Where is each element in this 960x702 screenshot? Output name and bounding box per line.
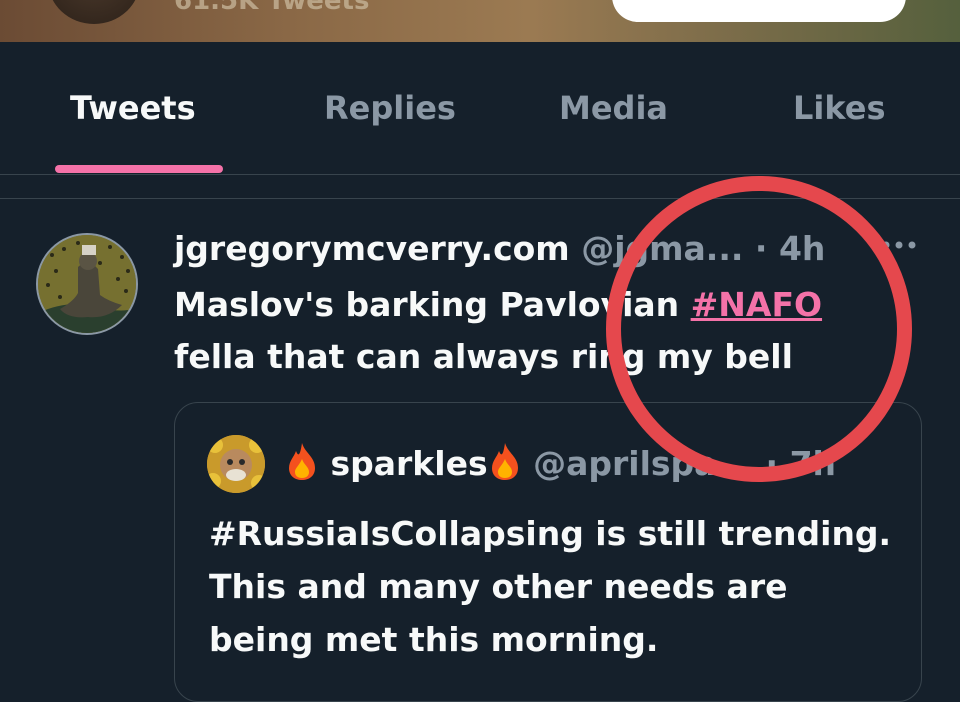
tweet-timestamp[interactable]: 4h <box>779 229 825 268</box>
author-display-name[interactable]: jgregorymcverry.com <box>174 229 570 268</box>
quoted-handle[interactable]: @aprilspa... <box>533 444 754 483</box>
tweet-text-before: Maslov's barking Pavlovian <box>174 285 691 324</box>
profile-banner: 61.5K Tweets <box>0 0 960 42</box>
fire-emoji-icon <box>488 441 522 481</box>
tweet-text-after: fella that can always ring my bell <box>174 337 793 376</box>
quoted-tweet-text: #RussiaIsCollapsing is still trending. T… <box>209 514 892 659</box>
meta-separator: · <box>754 229 768 268</box>
profile-tabs: Tweets Replies Media Likes <box>0 42 960 174</box>
more-horizontal-icon[interactable] <box>880 235 920 255</box>
fire-emoji-icon <box>285 441 319 481</box>
tweet-header: jgregorymcverry.com @jgma... · 4h <box>174 229 904 275</box>
quoted-tweet[interactable]: sparkles @aprilspa... · 7h #RussiaIsColl… <box>174 402 922 702</box>
profile-avatar[interactable] <box>48 0 140 24</box>
follow-button[interactable] <box>612 0 906 22</box>
quoted-timestamp[interactable]: 7h <box>790 444 836 483</box>
quoted-tweet-header: sparkles @aprilspa... · 7h <box>285 441 836 483</box>
tab-likes[interactable]: Likes <box>793 89 886 127</box>
quoted-display-name[interactable]: sparkles <box>331 444 488 483</box>
tab-media[interactable]: Media <box>559 89 668 127</box>
active-tab-indicator <box>55 165 223 173</box>
quoted-author-avatar[interactable] <box>207 435 265 493</box>
tweet-author-avatar[interactable] <box>36 233 138 335</box>
tabs-divider <box>0 174 960 175</box>
tweet[interactable]: jgregorymcverry.com @jgma... · 4h Maslov… <box>0 199 960 702</box>
tweet-count: 61.5K Tweets <box>174 0 370 16</box>
tab-replies[interactable]: Replies <box>324 89 456 127</box>
hashtag-link[interactable]: #NAFO <box>691 285 822 324</box>
quoted-meta-separator: · <box>765 444 779 483</box>
tweet-text: Maslov's barking Pavlovian #NAFO fella t… <box>174 279 914 383</box>
tab-tweets[interactable]: Tweets <box>70 89 196 127</box>
author-handle[interactable]: @jgma... <box>581 229 743 268</box>
